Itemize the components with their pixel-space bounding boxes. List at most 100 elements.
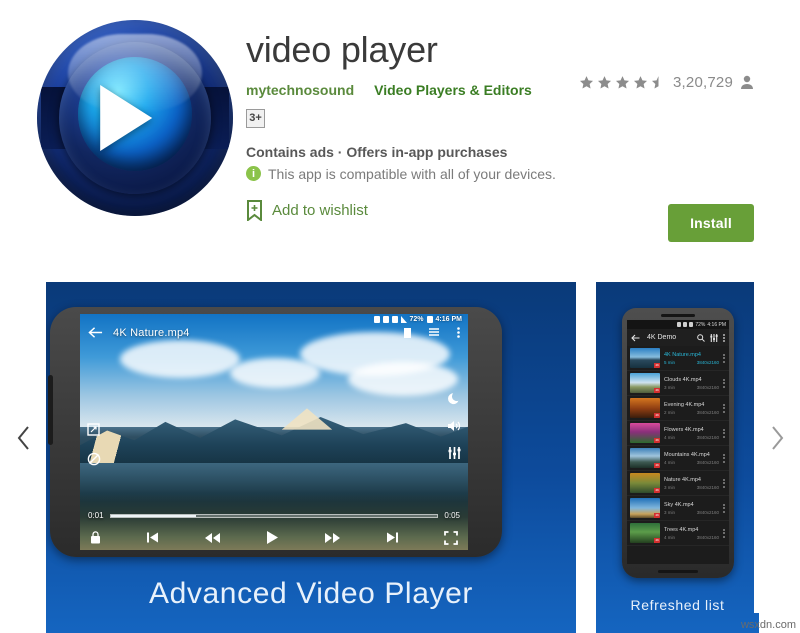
content-rating-badge: 3+ — [246, 108, 265, 128]
next-icon[interactable] — [386, 531, 399, 544]
video-thumbnail: 4K — [630, 348, 660, 368]
gallery-prev-button[interactable] — [0, 262, 46, 613]
video-list-item[interactable]: 4K 4K Nature.mp4 5 min 3840x2160 — [627, 346, 729, 371]
video-thumbnail: 4K — [630, 473, 660, 493]
player-top-bar: 4K Nature.mp4 — [80, 326, 468, 339]
video-item-name: Mountains 4K.mp4 — [664, 451, 710, 458]
resolution-badge: 4K — [654, 438, 660, 443]
screenshot-strip: 72% 4:16 PM 4K Nature.mp4 0:01 0:05 Adva… — [0, 282, 800, 633]
video-thumbnail: 4K — [630, 498, 660, 518]
back-arrow-icon[interactable] — [88, 326, 103, 339]
video-item-duration: 4 min — [664, 459, 676, 465]
video-item-name: 4K Nature.mp4 — [664, 351, 701, 358]
overflow-menu-icon[interactable] — [723, 403, 726, 413]
cloud — [120, 340, 240, 378]
video-list-item[interactable]: 4K Nature 4K.mp4 3 min 3840x2160 — [627, 471, 729, 496]
video-item-duration: 5 min — [664, 359, 676, 365]
app-detail-header: video player mytechnosound Video Players… — [0, 0, 800, 262]
battery-icon — [426, 316, 433, 323]
video-item-resolution: 3840x2160 — [696, 509, 719, 515]
resolution-badge: 4K — [654, 363, 660, 368]
equalizer-icon[interactable] — [710, 333, 718, 342]
overflow-menu-icon[interactable] — [457, 327, 460, 338]
video-item-texts: 4K Nature.mp4 5 min 3840x2160 — [664, 352, 719, 365]
previous-icon[interactable] — [146, 531, 159, 544]
video-item-meta: 4 min 3840x2160 — [664, 460, 719, 465]
back-arrow-icon[interactable] — [631, 334, 640, 342]
wifi-icon — [391, 316, 398, 323]
video-item-texts: Mountains 4K.mp4 4 min 3840x2160 — [664, 452, 719, 465]
video-item-name: Sky 4K.mp4 — [664, 501, 694, 508]
category-link[interactable]: Video Players & Editors — [374, 82, 532, 98]
video-list-item[interactable]: 4K Flowers 4K.mp4 4 min 3840x2160 — [627, 421, 729, 446]
video-list-item[interactable]: 4K Sky 4K.mp4 3 min 3840x2160 — [627, 496, 729, 521]
overflow-menu-icon[interactable] — [723, 428, 726, 438]
video-list-item[interactable]: 4K Evening 4K.mp4 2 min 3840x2160 — [627, 396, 729, 421]
phone1-status-bar: 72% 4:16 PM — [373, 316, 462, 323]
phone-home-bar — [658, 570, 698, 573]
phone-mockup-portrait: 72% 4:16 PM 4K Demo 4K 4K Nature.mp4 5 m… — [622, 308, 734, 578]
search-icon[interactable] — [697, 333, 705, 342]
video-item-duration: 3 min — [664, 484, 676, 490]
video-item-meta: 3 min 3840x2160 — [664, 385, 719, 390]
overflow-menu-icon[interactable] — [723, 453, 726, 463]
compatibility-text: This app is compatible with all of your … — [268, 165, 556, 182]
sim-icon — [683, 322, 688, 327]
overflow-menu-icon[interactable] — [723, 333, 725, 342]
video-list-item[interactable]: 4K Clouds 4K.mp4 3 min 3840x2160 — [627, 371, 729, 396]
player-transport-controls — [80, 530, 468, 545]
install-button[interactable]: Install — [668, 204, 754, 242]
equalizer-icon[interactable] — [448, 446, 461, 459]
video-item-name: Trees 4K.mp4 — [664, 526, 699, 533]
video-item-duration: 4 min — [664, 434, 676, 440]
fullscreen-icon[interactable] — [444, 530, 458, 545]
video-thumbnail: 4K — [630, 423, 660, 443]
rating-block: 3,20,729 — [579, 74, 754, 91]
video-item-texts: Trees 4K.mp4 4 min 3840x2160 — [664, 527, 719, 540]
video-list-item[interactable]: 4K Trees 4K.mp4 4 min 3840x2160 — [627, 521, 729, 546]
star-half-icon — [651, 76, 659, 89]
video-list-item[interactable]: 4K Mountains 4K.mp4 4 min 3840x2160 — [627, 446, 729, 471]
video-thumbnail: 4K — [630, 373, 660, 393]
app-icon — [37, 20, 233, 216]
overflow-menu-icon[interactable] — [723, 503, 726, 513]
player-seek-bar[interactable]: 0:01 0:05 — [80, 511, 468, 520]
crop-icon[interactable] — [87, 422, 100, 436]
person-icon — [741, 75, 753, 89]
gallery-next-button[interactable] — [754, 262, 800, 613]
fast-forward-icon[interactable] — [324, 532, 341, 544]
screenshot-1[interactable]: 72% 4:16 PM 4K Nature.mp4 0:01 0:05 Adva… — [46, 282, 576, 633]
developer-link[interactable]: mytechnosound — [246, 82, 354, 98]
video-item-texts: Evening 4K.mp4 2 min 3840x2160 — [664, 402, 719, 415]
signal-icon — [400, 316, 407, 323]
star-filled-icon — [633, 76, 648, 89]
video-item-name: Clouds 4K.mp4 — [664, 376, 702, 383]
video-item-meta: 3 min 3840x2160 — [664, 485, 719, 490]
video-item-resolution: 3840x2160 — [696, 459, 719, 465]
play-icon[interactable] — [266, 530, 279, 545]
screenshot-2-caption: Refreshed list — [630, 597, 725, 613]
app-icon-column — [24, 18, 246, 262]
video-title: 4K Nature.mp4 — [113, 326, 190, 339]
battery-percent: 72% — [409, 316, 424, 323]
overflow-menu-icon[interactable] — [723, 353, 726, 363]
seek-track[interactable] — [109, 513, 439, 518]
overflow-menu-icon[interactable] — [723, 528, 726, 538]
overflow-menu-icon[interactable] — [723, 478, 726, 488]
video-list[interactable]: 4K 4K Nature.mp4 5 min 3840x2160 4K Clouds 4K… — [627, 346, 729, 546]
volume-icon[interactable] — [447, 420, 461, 432]
seek-fill — [110, 514, 196, 517]
lock-icon[interactable] — [90, 531, 101, 544]
playlist-icon[interactable] — [429, 328, 439, 337]
screenshot-2[interactable]: 72% 4:16 PM 4K Demo 4K 4K Nature.mp4 5 m… — [596, 282, 759, 633]
rotate-lock-icon[interactable] — [87, 452, 101, 466]
video-thumbnail: 4K — [630, 448, 660, 468]
overflow-menu-icon[interactable] — [723, 378, 726, 388]
moon-icon[interactable] — [447, 392, 461, 405]
bluetooth-icon — [373, 316, 380, 323]
subtitle-icon[interactable] — [404, 327, 411, 338]
video-item-duration: 3 min — [664, 384, 676, 390]
rewind-icon[interactable] — [204, 532, 221, 544]
video-item-name: Evening 4K.mp4 — [664, 401, 705, 408]
sim-icon — [382, 316, 389, 323]
